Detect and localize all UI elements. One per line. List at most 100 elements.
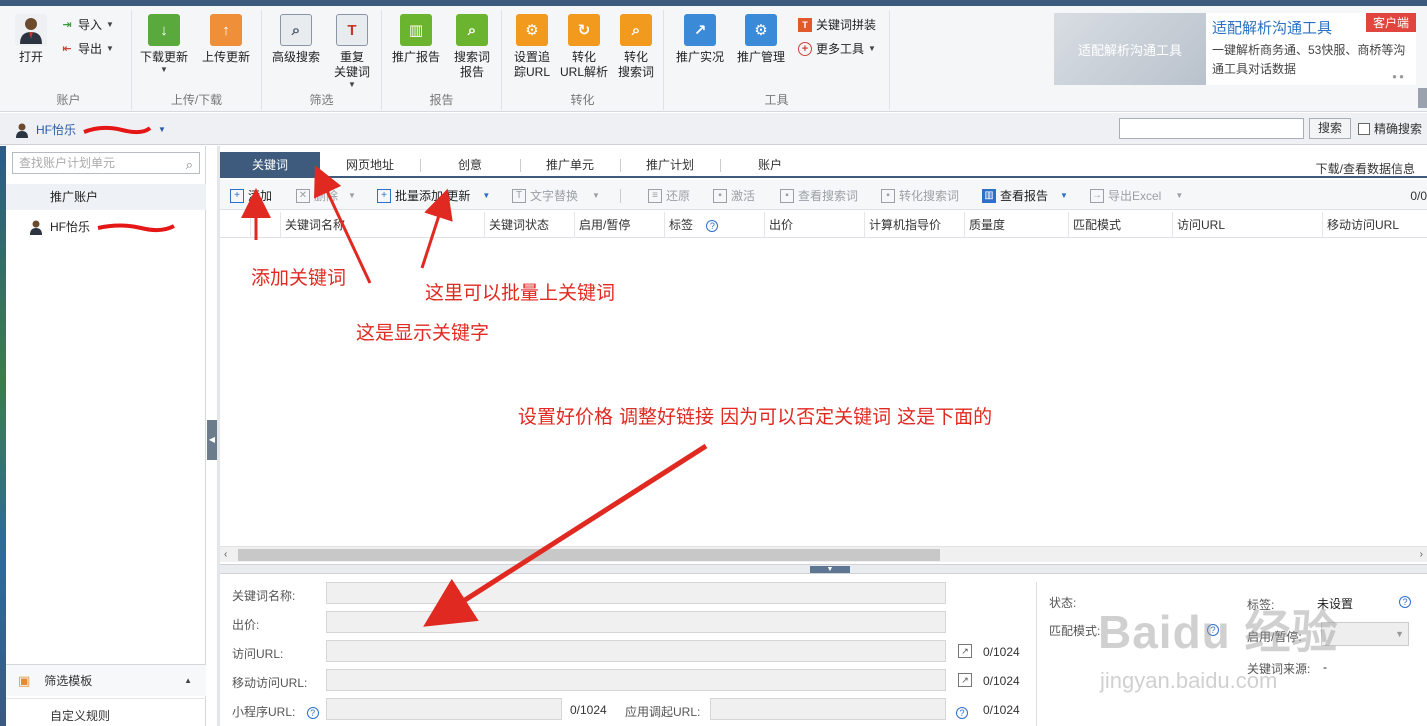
horizontal-scrollbar[interactable]: ‹ › xyxy=(220,546,1427,562)
ad-title[interactable]: 适配解析沟通工具 xyxy=(1212,17,1332,38)
visit-url-field[interactable] xyxy=(326,640,946,662)
open-button[interactable]: 打开 xyxy=(6,14,56,65)
column-header-tag[interactable]: 标签 ? xyxy=(664,212,764,238)
tracking-url-button[interactable]: ⚙ 设置追 踪URL xyxy=(504,14,560,80)
help-icon[interactable]: ? xyxy=(706,220,719,232)
sidebar-collapse-handle[interactable]: ◀ xyxy=(207,420,217,460)
column-header[interactable]: 关键词名称 xyxy=(280,212,484,238)
column-header[interactable]: 启用/暂停 xyxy=(574,212,664,238)
add-button[interactable]: + 添加 xyxy=(230,187,272,204)
view-report-label: 查看报告 xyxy=(1000,189,1049,203)
tab-creatives[interactable]: 创意 xyxy=(420,152,520,178)
app-url-field[interactable] xyxy=(710,698,946,720)
download-update-button[interactable]: ↓ 下载更新 ▼ xyxy=(136,14,192,74)
account-selector[interactable]: HF怡乐 ▼ xyxy=(14,121,166,138)
account-name: HF怡乐 xyxy=(36,123,76,137)
filter-template-bar[interactable]: ▣ 筛选模板 ▲ xyxy=(6,664,206,696)
template-icon: ▣ xyxy=(18,672,31,688)
column-header[interactable]: 关键词状态 xyxy=(484,212,574,238)
scroll-right-icon[interactable]: › xyxy=(1420,547,1423,563)
help-icon[interactable]: ? xyxy=(956,707,968,719)
convert-url-button[interactable]: ↻ 转化 URL解析 xyxy=(556,14,612,80)
open-link-icon[interactable]: ↗ xyxy=(958,673,972,687)
convert-search-button[interactable]: ⌕ 转化 搜索词 xyxy=(608,14,664,80)
watermark-url: jingyan.baidu.com xyxy=(1100,668,1278,693)
restore-button[interactable]: ≡ 还原 xyxy=(648,187,690,204)
more-tools-button[interactable]: + 更多工具 ▼ xyxy=(798,40,876,57)
carousel-dots-icon[interactable]: ● ● xyxy=(1392,72,1404,81)
sidebar-account-item[interactable]: HF怡乐 xyxy=(28,218,176,235)
duplicate-keywords-button[interactable]: T 重复 关键词 ▼ xyxy=(324,14,380,89)
account-search-input[interactable] xyxy=(1119,118,1304,139)
collapse-down-icon[interactable]: ▼ xyxy=(810,566,850,573)
mini-program-url-text: 小程序URL: xyxy=(232,705,296,719)
more-tools-label: 更多工具 xyxy=(816,42,865,56)
delete-label: 删除 xyxy=(314,189,339,203)
tab-units[interactable]: 推广单元 xyxy=(520,152,620,178)
search-icon[interactable]: ⌕ xyxy=(186,155,193,175)
column-header[interactable]: 出价 xyxy=(764,212,864,238)
delete-button[interactable]: ✕ 删除 ▼ xyxy=(296,187,356,204)
chevron-up-icon[interactable]: ▲ xyxy=(184,676,192,685)
column-header[interactable]: 匹配模式 xyxy=(1068,212,1172,238)
ribbon-group-upload-download: ↓ 下载更新 ▼ ↑ 上传更新 上传/下载 xyxy=(132,10,262,110)
scroll-left-icon[interactable]: ‹ xyxy=(224,547,227,563)
tab-account[interactable]: 账户 xyxy=(720,152,820,178)
text-replace-button[interactable]: T 文字替换 ▼ xyxy=(512,187,600,204)
sidebar-header[interactable]: 推广账户 xyxy=(6,184,206,210)
custom-rules-item[interactable]: 自定义规则 xyxy=(6,698,206,726)
select-all-column[interactable] xyxy=(220,212,250,238)
scroll-thumb[interactable] xyxy=(238,549,940,561)
search-term-report-button[interactable]: ⌕ 搜索词 报告 xyxy=(444,14,500,80)
batch-add-button[interactable]: + 批量添加/更新 ▼ xyxy=(377,187,490,204)
column-header[interactable]: 计算机指导价 xyxy=(864,212,964,238)
pager: 0/0 xyxy=(1410,189,1427,203)
tab-plans[interactable]: 推广计划 xyxy=(620,152,720,178)
convert-search-terms-icon: ▪ xyxy=(881,188,895,203)
export-button[interactable]: ⇤ 导出 ▼ xyxy=(60,40,114,57)
open-link-icon[interactable]: ↗ xyxy=(958,644,972,658)
mobile-url-field[interactable] xyxy=(326,669,946,691)
promo-manage-button[interactable]: ⚙ 推广管理 xyxy=(733,14,789,65)
tab-urls[interactable]: 网页地址 xyxy=(320,152,420,178)
search-button[interactable]: 搜索 xyxy=(1309,118,1351,139)
status-label: 状态: xyxy=(1049,596,1077,610)
checkbox-icon[interactable] xyxy=(1358,122,1370,135)
kw-name-field[interactable] xyxy=(326,582,946,604)
column-header[interactable]: 访问URL xyxy=(1172,212,1322,238)
import-button[interactable]: ⇥ 导入 ▼ xyxy=(60,16,114,33)
mobile-url-label: 移动访问URL: xyxy=(232,676,308,690)
ribbon-group-filter: ⌕ 高级搜索 T 重复 关键词 ▼ 筛选 xyxy=(262,10,382,110)
advanced-search-label: 高级搜索 xyxy=(271,50,320,64)
convert-search-terms-button[interactable]: ▪ 转化搜索词 xyxy=(881,187,959,204)
ad-description: 一键解析商务通、53快服、商桥等沟通工具对话数据 xyxy=(1212,43,1406,76)
view-report-button[interactable]: ▥ 查看报告 ▼ xyxy=(982,187,1068,204)
group-label-tools: 工具 xyxy=(764,93,789,107)
annotation-shows-keyword: 这是显示关键字 xyxy=(356,322,490,344)
activate-button[interactable]: ▪ 激活 xyxy=(713,187,755,204)
kw-combine-button[interactable]: T 关键词拼装 xyxy=(798,16,876,33)
exact-search-checkbox[interactable]: 精确搜索 xyxy=(1358,120,1422,137)
annotation-add-keyword: 添加关键词 xyxy=(251,267,347,289)
download-icon: ↓ xyxy=(148,14,180,46)
view-search-terms-label: 查看搜索词 xyxy=(798,189,859,203)
promo-report-button[interactable]: ▥ 推广报告 xyxy=(388,14,444,65)
ad-banner[interactable]: 适配解析沟通工具 适配解析沟通工具 客户端 一键解析商务通、53快服、商桥等沟通… xyxy=(1054,13,1416,85)
bid-field[interactable] xyxy=(326,611,946,633)
ribbon-group-account: 打开 ⇥ 导入 ▼ ⇤ 导出 ▼ 账户 xyxy=(6,10,132,110)
ribbon-group-report: ▥ 推广报告 ⌕ 搜索词 报告 报告 xyxy=(382,10,502,110)
sidebar-search-input[interactable]: 查找账户计划单元 ⌕ xyxy=(12,152,200,174)
view-search-terms-button[interactable]: ▪ 查看搜索词 xyxy=(780,187,858,204)
advanced-search-button[interactable]: ⌕ 高级搜索 xyxy=(268,14,324,65)
column-header[interactable]: 质量度 xyxy=(964,212,1068,238)
promo-live-button[interactable]: ↗ 推广实况 xyxy=(672,14,728,65)
mini-program-url-field[interactable] xyxy=(326,698,562,720)
detail-splitter[interactable]: ▼ xyxy=(220,564,1427,574)
export-excel-button[interactable]: → 导出Excel ▼ xyxy=(1090,187,1183,204)
download-data-link[interactable]: 下载/查看数据信息 xyxy=(1316,160,1415,177)
tab-keywords[interactable]: 关键词 xyxy=(220,152,320,178)
ribbon-scroll-handle[interactable] xyxy=(1418,88,1427,108)
column-header[interactable]: 移动访问URL xyxy=(1322,212,1427,238)
help-icon[interactable]: ? xyxy=(306,707,319,719)
upload-update-button[interactable]: ↑ 上传更新 xyxy=(198,14,254,65)
